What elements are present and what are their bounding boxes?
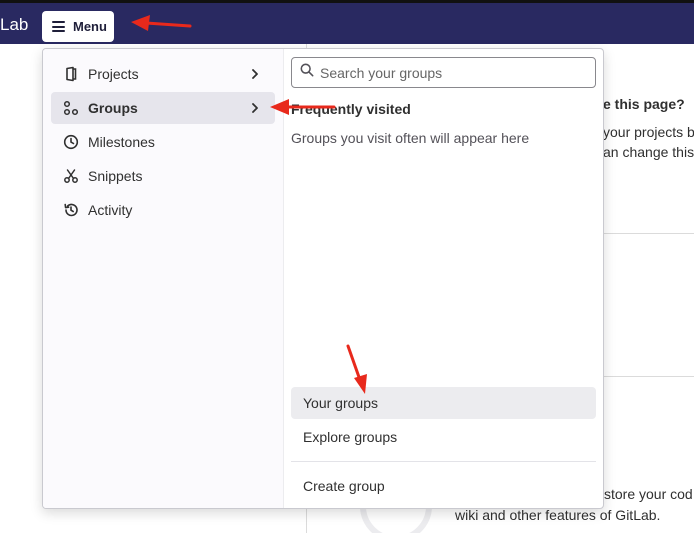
main-menu-dropdown: Projects Groups Milestones Snippets Acti… — [42, 48, 604, 509]
search-icon — [300, 63, 314, 82]
top-navbar: Lab Menu — [0, 0, 694, 44]
scissors-icon — [63, 168, 79, 184]
explore-groups-label: Explore groups — [303, 429, 398, 445]
project-icon — [63, 66, 79, 82]
history-icon — [63, 202, 79, 218]
menu-item-label: Groups — [88, 100, 138, 116]
menu-item-projects[interactable]: Projects — [51, 58, 275, 90]
menu-item-milestones[interactable]: Milestones — [51, 126, 275, 158]
your-groups-label: Your groups — [303, 395, 378, 411]
menu-item-label: Snippets — [88, 168, 143, 184]
menu-item-snippets[interactable]: Snippets — [51, 160, 275, 192]
menu-item-label: Activity — [88, 202, 133, 218]
menu-item-label: Milestones — [88, 134, 155, 150]
frequently-visited-empty-text: Groups you visit often will appear here — [291, 130, 530, 146]
bg-heading-fragment: e this page? — [603, 96, 685, 112]
bg-footer-line1: store your cod — [604, 486, 693, 502]
explore-groups-link[interactable]: Explore groups — [291, 421, 596, 453]
clock-icon — [63, 134, 79, 150]
your-groups-link[interactable]: Your groups — [291, 387, 596, 419]
bg-divider-2 — [603, 376, 694, 377]
create-group-link[interactable]: Create group — [291, 470, 596, 502]
group-icon — [63, 100, 79, 116]
chevron-right-icon — [247, 66, 263, 82]
menu-button[interactable]: Menu — [42, 11, 114, 42]
bg-text-line2: an change this — [603, 144, 694, 160]
chevron-right-icon — [247, 100, 263, 116]
menu-separator — [291, 461, 596, 462]
bg-divider-1 — [603, 233, 694, 234]
menu-left-column: Projects Groups Milestones Snippets Acti… — [43, 49, 284, 508]
menu-item-label: Projects — [88, 66, 139, 82]
logo-text[interactable]: Lab — [0, 15, 28, 35]
search-box[interactable] — [291, 57, 596, 88]
menu-item-groups[interactable]: Groups — [51, 92, 275, 124]
bg-footer-line2: wiki and other features of GitLab. — [455, 507, 661, 523]
create-group-label: Create group — [303, 478, 385, 494]
bg-text-line1: your projects b — [603, 124, 694, 140]
frequently-visited-title: Frequently visited — [291, 101, 411, 117]
menu-item-activity[interactable]: Activity — [51, 194, 275, 226]
menu-right-column: Frequently visited Groups you visit ofte… — [284, 49, 603, 508]
menu-button-label: Menu — [73, 19, 107, 34]
search-input[interactable] — [320, 64, 580, 81]
hamburger-icon — [52, 21, 65, 32]
